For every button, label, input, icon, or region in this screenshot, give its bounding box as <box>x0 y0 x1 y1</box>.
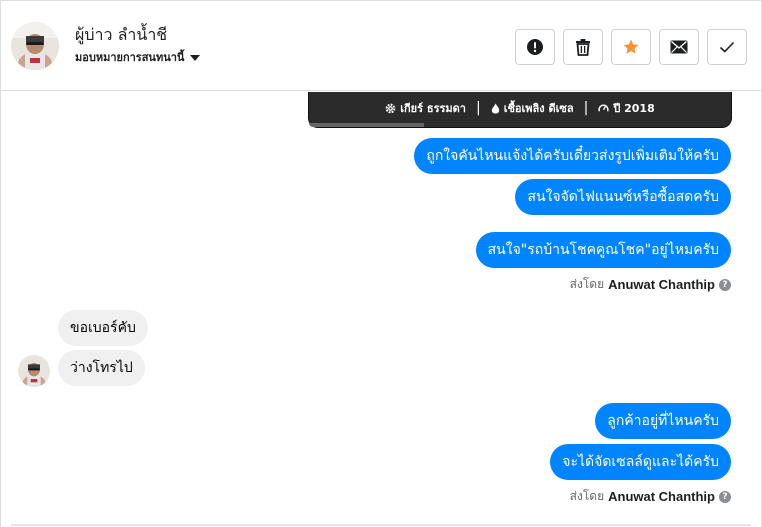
outgoing-message[interactable]: สนใจ"รถบ้านโชคคูณโชค"อยู่ไหมครับ <box>475 232 731 268</box>
spec-gear-label: เกียร์ ธรรมดา <box>400 102 466 115</box>
star-button[interactable] <box>611 29 651 65</box>
report-spam-button[interactable] <box>515 29 555 65</box>
header-actions <box>515 29 747 65</box>
assign-label: มอบหมายการสนทนานี้ <box>75 51 185 64</box>
spec-divider: | <box>583 100 589 116</box>
mark-done-button[interactable] <box>707 29 747 65</box>
gauge-icon <box>598 104 609 112</box>
alert-icon <box>527 39 543 55</box>
sent-by-label: ส่งโดย Anuwat Chanthip ? <box>570 275 731 294</box>
check-icon <box>719 41 735 53</box>
flame-icon <box>491 102 499 114</box>
contact-avatar-small[interactable] <box>18 355 50 387</box>
sent-by-label: ส่งโดย Anuwat Chanthip ? <box>570 487 731 506</box>
sent-by-prefix: ส่งโดย <box>569 277 605 291</box>
mail-icon <box>670 40 688 54</box>
spec-gear: เกียร์ ธรรมดา <box>385 99 466 117</box>
message-thread[interactable]: เกียร์ ธรรมดา | เชื้อเพลิง ดีเซล | ปี 20… <box>1 92 761 527</box>
assign-conversation-dropdown[interactable]: มอบหมายการสนทนานี้ <box>75 48 201 66</box>
mark-unread-button[interactable] <box>659 29 699 65</box>
outgoing-message[interactable]: จะได้จัดเซลล์ดูและได้ครับ <box>550 444 731 480</box>
star-icon <box>623 39 639 54</box>
sent-by-prefix: ส่งโดย <box>569 489 605 503</box>
sender-name: Anuwat Chanthip <box>608 277 715 292</box>
car-listing-card[interactable]: เกียร์ ธรรมดา | เชื้อเพลิง ดีเซล | ปี 20… <box>308 92 732 128</box>
outgoing-message[interactable]: ถูกใจคันไหนแจ้งได้ครับเดี๋ยวส่งรูปเพิ่มเ… <box>414 138 731 174</box>
spec-fuel: เชื้อเพลิง ดีเซล <box>491 99 574 117</box>
incoming-message[interactable]: ว่างโทรไป <box>58 350 145 386</box>
help-icon[interactable]: ? <box>719 490 731 503</box>
outgoing-message[interactable]: สนใจจัดไฟแนนซ์หรือซื้อสดครับ <box>515 179 731 215</box>
outgoing-message[interactable]: ลูกค้าอยู่ที่ไหนครับ <box>595 403 731 439</box>
conversation-header: ผู้บ่าว ลำน้ำชี มอบหมายการสนทนานี้ <box>1 1 761 91</box>
trash-icon <box>576 39 590 56</box>
delete-button[interactable] <box>563 29 603 65</box>
card-progress-strip <box>309 123 424 127</box>
spec-year-label: ปี 2018 <box>613 102 655 115</box>
sender-name: Anuwat Chanthip <box>608 489 715 504</box>
contact-avatar[interactable] <box>11 22 59 70</box>
spec-year: ปี 2018 <box>598 99 655 117</box>
spec-divider: | <box>475 100 481 116</box>
gear-icon <box>385 103 396 113</box>
contact-name[interactable]: ผู้บ่าว ลำน้ำชี <box>75 23 167 48</box>
help-icon[interactable]: ? <box>719 278 731 291</box>
composer-divider <box>11 524 751 526</box>
incoming-message[interactable]: ขอเบอร์คับ <box>58 310 148 346</box>
car-specs: เกียร์ ธรรมดา | เชื้อเพลิง ดีเซล | ปี 20… <box>309 99 731 117</box>
spec-fuel-label: เชื้อเพลิง ดีเซล <box>503 102 574 115</box>
chevron-down-icon <box>190 55 201 61</box>
inbox-conversation: ผู้บ่าว ลำน้ำชี มอบหมายการสนทนานี้ เกียร… <box>0 0 762 527</box>
